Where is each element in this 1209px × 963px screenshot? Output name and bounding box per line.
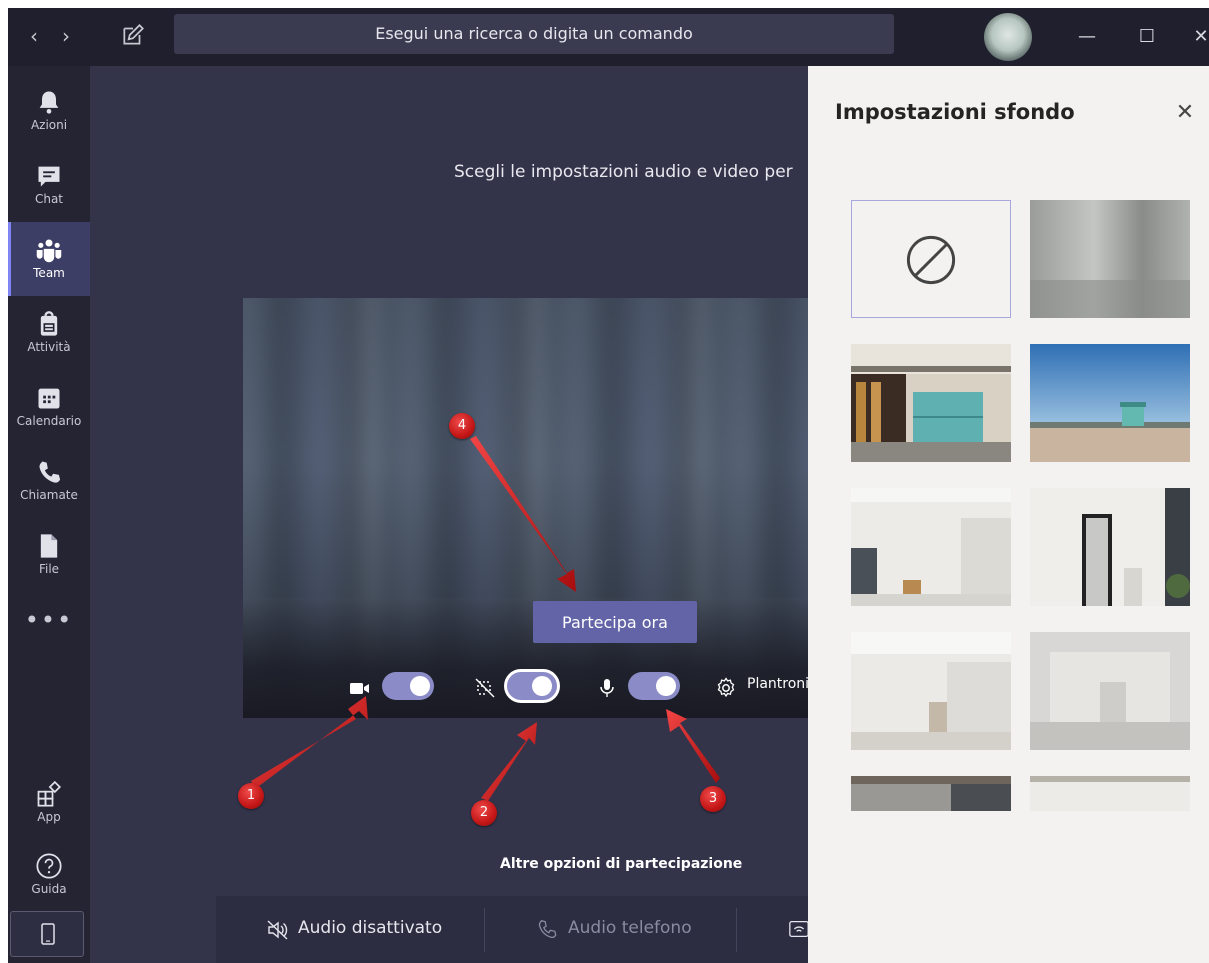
background-option-loft[interactable] (851, 776, 1011, 811)
pre-join-stage: Scegli le impostazioni audio e video per… (90, 66, 810, 963)
mirror-room-thumbnail (1030, 488, 1190, 606)
rail-item-team[interactable]: Team (8, 222, 90, 296)
forward-button[interactable]: › (52, 22, 80, 50)
avatar[interactable] (984, 13, 1032, 61)
phone-audio-option[interactable]: Audio telefono (568, 918, 692, 938)
background-option-stairs[interactable] (851, 632, 1011, 750)
bright-room-thumbnail (1030, 776, 1190, 811)
more-apps-button[interactable]: ••• (8, 606, 90, 634)
background-option-office[interactable] (851, 344, 1011, 462)
rail-item-attivita[interactable]: Attività (8, 296, 90, 370)
rail-label: Team (33, 266, 65, 280)
mobile-device-icon (41, 923, 55, 945)
room-device-icon[interactable] (788, 918, 810, 940)
file-icon (40, 534, 58, 558)
teams-window: ‹ › Esegui una ricerca o digita un coman… (8, 8, 1209, 963)
annotation-marker-3: 3 (700, 786, 726, 812)
background-option-white-room[interactable] (851, 488, 1011, 606)
close-window-button[interactable]: ✕ (1184, 20, 1209, 54)
microphone-icon (600, 679, 614, 697)
blur-thumbnail (1030, 200, 1190, 318)
compose-button[interactable] (120, 22, 150, 52)
microphone-toggle[interactable] (628, 672, 680, 700)
rail-label: Guida (31, 882, 67, 896)
background-option-beach[interactable] (1030, 344, 1190, 462)
speaker-off-icon (267, 920, 288, 940)
more-join-options-label: Altre opzioni di partecipazione (500, 856, 743, 872)
minimize-button[interactable]: — (1070, 20, 1104, 54)
phone-audio-icon (538, 919, 557, 938)
rail-label: File (38, 562, 60, 576)
rail-label: Calendario (16, 414, 82, 428)
background-blur-icon (475, 678, 495, 698)
background-option-blur[interactable] (1030, 200, 1190, 318)
background-option-studio[interactable] (1030, 632, 1190, 750)
mobile-app-button[interactable] (10, 911, 84, 957)
video-preview: Partecipa ora Plantroni (243, 298, 808, 718)
annotation-marker-1: 1 (238, 783, 264, 809)
team-icon (36, 239, 62, 263)
chat-icon (38, 166, 60, 187)
bell-icon (39, 91, 59, 114)
rail-label: Attività (27, 340, 71, 354)
search-input[interactable]: Esegui una ricerca o digita un comando (174, 14, 894, 54)
divider (484, 908, 485, 952)
toggle-knob (532, 676, 552, 696)
close-panel-button[interactable]: ✕ (1170, 98, 1200, 128)
annotation-marker-2: 2 (471, 800, 497, 826)
rail-label: Chat (34, 192, 64, 206)
help-icon (36, 853, 62, 879)
background-settings-panel: Impostazioni sfondo ✕ (808, 66, 1209, 963)
loft-thumbnail (851, 776, 1011, 811)
background-blur-toggle[interactable] (504, 669, 560, 703)
background-option-mirror-room[interactable] (1030, 488, 1190, 606)
apps-icon (37, 780, 62, 807)
calendar-icon (38, 388, 60, 409)
assignment-icon (40, 311, 58, 336)
audio-off-option[interactable]: Audio disattivato (298, 918, 442, 938)
join-now-button[interactable]: Partecipa ora (533, 601, 697, 643)
rail-item-file[interactable]: File (8, 518, 90, 592)
prejoin-prompt: Scegli le impostazioni audio e video per (454, 162, 793, 182)
rail-item-app[interactable]: App (8, 766, 90, 840)
camera-icon (350, 683, 369, 694)
join-options-bar: Audio disattivato Audio telefono (216, 896, 810, 963)
annotation-marker-4: 4 (449, 413, 475, 439)
camera-toggle[interactable] (382, 672, 434, 700)
studio-thumbnail (1030, 632, 1190, 750)
rail-item-calendario[interactable]: Calendario (8, 370, 90, 444)
rail-item-chiamate[interactable]: Chiamate (8, 444, 90, 518)
background-option-none[interactable] (851, 200, 1011, 318)
compose-icon (123, 24, 144, 45)
beach-thumbnail (1030, 344, 1190, 462)
background-option-bright-room[interactable] (1030, 776, 1190, 811)
white-room-thumbnail (851, 488, 1011, 606)
rail-label: Azioni (30, 118, 68, 132)
maximize-button[interactable]: ☐ (1130, 20, 1164, 54)
rail-label: App (37, 810, 61, 824)
app-rail: Azioni Chat Team Attività Calendario Chi… (8, 66, 90, 963)
no-background-icon (906, 235, 956, 285)
toggle-knob (656, 676, 676, 696)
panel-title: Impostazioni sfondo (835, 100, 1075, 124)
gear-icon[interactable] (714, 676, 738, 700)
rail-item-azioni[interactable]: Azioni (8, 74, 90, 148)
toggle-knob (410, 676, 430, 696)
rail-label: Chiamate (20, 488, 78, 502)
office-thumbnail (851, 344, 1011, 462)
rail-item-chat[interactable]: Chat (8, 148, 90, 222)
divider (736, 908, 737, 952)
audio-device-label[interactable]: Plantroni (747, 676, 808, 692)
rail-item-guida[interactable]: Guida (8, 838, 90, 912)
title-bar: ‹ › Esegui una ricerca o digita un coman… (8, 8, 1209, 66)
stairs-thumbnail (851, 632, 1011, 750)
media-controls: Plantroni (243, 658, 808, 718)
back-button[interactable]: ‹ (20, 22, 48, 50)
phone-icon (39, 461, 61, 483)
